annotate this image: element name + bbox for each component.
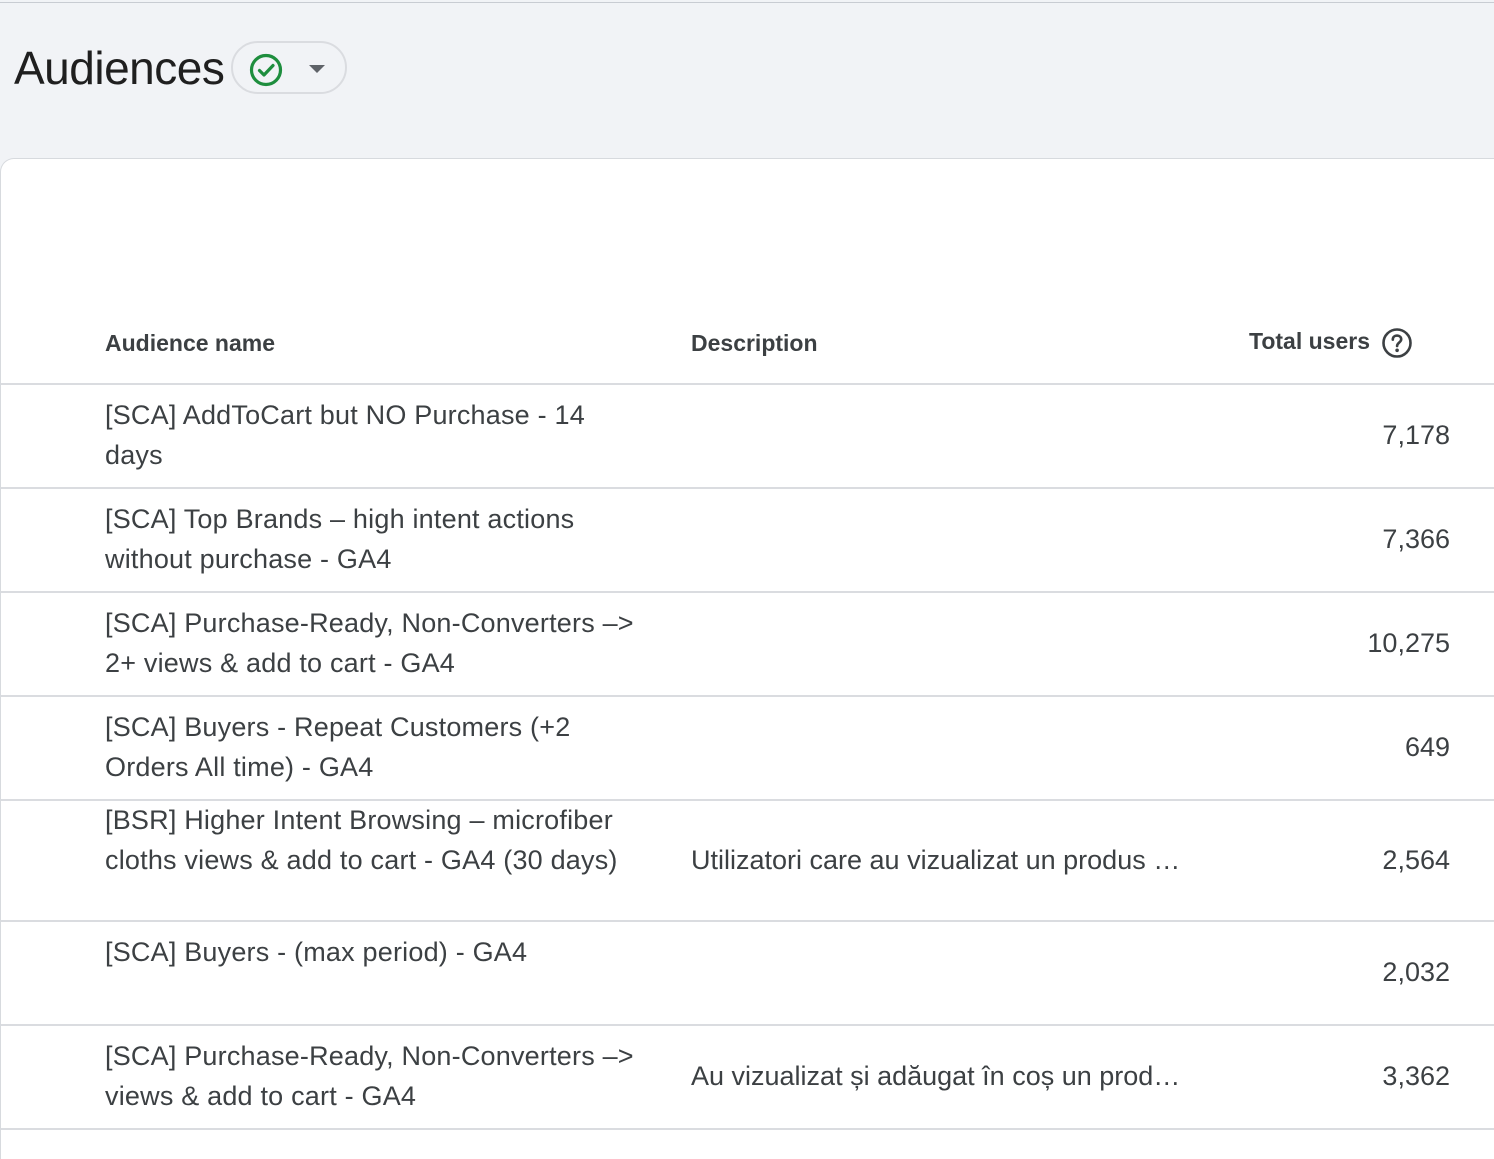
page-header: Audiences	[0, 0, 1494, 160]
page-title: Audiences	[14, 42, 225, 94]
column-header-audience-name[interactable]: Audience name	[105, 329, 275, 357]
table-row[interactable]: [SCA] Buyers - (max period) - GA4 2,032	[1, 922, 1494, 1026]
status-dropdown-button[interactable]	[231, 41, 347, 94]
audiences-card: Audience name Description Total users [S…	[0, 158, 1494, 1159]
table-row[interactable]: [BSR] Higher Intent Browsing – microfibe…	[1, 801, 1494, 922]
audience-name[interactable]: [SCA] Top Brands – high intent actions w…	[105, 499, 635, 579]
table-row[interactable]: [SCA] Top Brands – high intent actions w…	[1, 489, 1494, 593]
audience-description: Utilizatori care au vizualizat un produs…	[691, 845, 1181, 875]
column-header-total-users[interactable]: Total users	[1249, 327, 1370, 355]
audience-name[interactable]: [SCA] AddToCart but NO Purchase - 14 day…	[105, 395, 635, 475]
audience-total-users: 3,362	[1382, 1061, 1450, 1091]
check-circle-icon	[249, 53, 283, 87]
table-row[interactable]: [SCA] AddToCart but NO Purchase - 14 day…	[1, 385, 1494, 489]
audience-total-users: 7,178	[1382, 420, 1450, 450]
audience-name[interactable]: [SCA] Purchase-Ready, Non-Converters –> …	[105, 603, 635, 683]
help-circle-icon[interactable]	[1381, 327, 1413, 359]
column-header-description[interactable]: Description	[691, 329, 818, 357]
audience-total-users: 2,564	[1382, 845, 1450, 875]
audience-total-users: 7,366	[1382, 524, 1450, 554]
audience-name[interactable]: [BSR] Higher Intent Browsing – microfibe…	[105, 800, 635, 880]
table-row[interactable]: [SCA] Buyers - Repeat Customers (+2 Orde…	[1, 697, 1494, 801]
audience-total-users: 649	[1404, 732, 1450, 762]
audience-description: Au vizualizat și adăugat în coș un prod…	[691, 1061, 1181, 1091]
audience-name[interactable]: [SCA] Buyers - Repeat Customers (+2 Orde…	[105, 707, 635, 787]
audience-name[interactable]: [SCA] Purchase-Ready, Non-Converters –> …	[105, 1036, 635, 1116]
audience-total-users: 2,032	[1382, 957, 1450, 987]
caret-down-icon	[309, 65, 325, 73]
table-row[interactable]: [SCA] Purchase-Ready, Non-Converters –> …	[1, 1026, 1494, 1130]
audience-name[interactable]: [SCA] Buyers - (max period) - GA4	[105, 932, 635, 972]
audience-total-users: 10,275	[1367, 628, 1450, 658]
table-row[interactable]: [SCA] Purchase-Ready, Non-Converters –> …	[1, 593, 1494, 697]
